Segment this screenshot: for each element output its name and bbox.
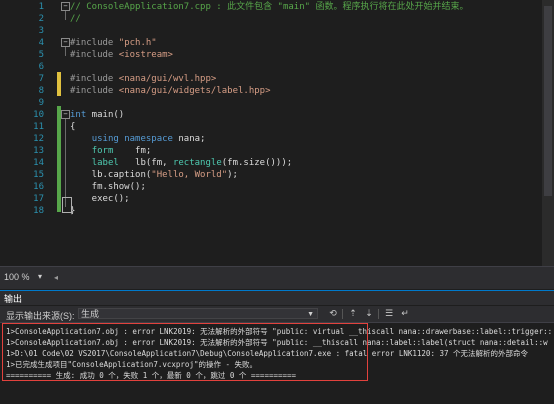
line-number: 16 xyxy=(33,182,44,192)
text-cursor xyxy=(62,197,72,213)
code-line[interactable]: #include "pch.h" xyxy=(70,37,157,49)
code-token: <iostream> xyxy=(118,50,173,60)
code-token: #include xyxy=(70,86,119,96)
toolbar-separator xyxy=(378,309,379,319)
line-number: 9 xyxy=(38,98,44,108)
code-line[interactable]: using namespace nana; xyxy=(70,133,206,145)
code-token: nana; xyxy=(172,134,206,144)
code-token: ); xyxy=(227,170,238,180)
clear-all-icon[interactable]: ☰ xyxy=(382,308,396,320)
output-panel-header: 输出 xyxy=(0,290,554,305)
code-line[interactable]: int main() xyxy=(70,109,124,121)
line-number: 18 xyxy=(33,206,44,216)
fold-guide xyxy=(65,119,66,207)
collapse-includes-icon[interactable]: − xyxy=(61,38,70,47)
chevron-down-icon: ▼ xyxy=(307,311,314,318)
code-editor[interactable]: 1 2 3 4 5 6 7 8 9 10 11 12 13 14 15 16 17 18 − − − // Con… xyxy=(0,0,554,266)
code-token: // xyxy=(70,14,81,24)
code-line[interactable]: exec(); xyxy=(70,193,130,205)
find-message-icon[interactable]: ⟲ xyxy=(326,308,340,320)
output-line[interactable]: 1>已完成生成项目"ConsoleApplication7.vcxproj"的操… xyxy=(6,359,257,370)
code-token: fm; xyxy=(113,146,152,156)
output-source-select[interactable]: 生成 ▼ xyxy=(78,308,318,319)
code-line[interactable]: // ConsoleApplication7.cpp : 此文件包含 "main… xyxy=(70,1,468,13)
code-token: <nana/gui/widgets/label.hpp> xyxy=(118,86,271,96)
line-number: 6 xyxy=(38,62,44,72)
line-number: 3 xyxy=(38,26,44,36)
code-line[interactable]: lb.caption("Hello, World"); xyxy=(70,169,238,181)
code-token: "pch.h" xyxy=(118,38,157,48)
code-token: int xyxy=(70,110,87,120)
code-token: main() xyxy=(86,110,125,120)
vertical-scrollbar[interactable] xyxy=(542,0,554,266)
toolbar-separator xyxy=(342,309,343,319)
code-line[interactable]: #include <nana/gui/wvl.hpp> xyxy=(70,73,216,85)
line-number: 15 xyxy=(33,170,44,180)
code-token: rectangle xyxy=(172,158,222,168)
line-number: 10 xyxy=(33,110,44,120)
code-token: using namespace xyxy=(91,134,173,144)
fold-guide xyxy=(65,47,66,56)
scrollbar-thumb[interactable] xyxy=(544,6,552,196)
code-line[interactable]: label lb(fm, rectangle(fm.size())); xyxy=(70,157,293,169)
line-number: 5 xyxy=(38,50,44,60)
code-line[interactable]: // xyxy=(70,13,81,25)
output-line[interactable]: 1>ConsoleApplication7.obj : error LNK201… xyxy=(6,326,552,337)
output-line[interactable]: 1>ConsoleApplication7.obj : error LNK201… xyxy=(6,337,548,348)
line-number: 2 xyxy=(38,14,44,24)
scroll-left-icon[interactable]: ◂ xyxy=(54,273,58,282)
zoom-level[interactable]: 100 % xyxy=(4,272,30,282)
line-number: 17 xyxy=(33,194,44,204)
output-source-value: 生成 xyxy=(81,309,100,319)
output-line[interactable]: ========== 生成: 成功 0 个，失败 1 个，最新 0 个，跳过 0… xyxy=(6,370,296,381)
fold-guide xyxy=(65,11,66,20)
code-token: { xyxy=(70,122,76,132)
line-number: 12 xyxy=(33,134,44,144)
line-number: 13 xyxy=(33,146,44,156)
prev-message-icon[interactable]: ⇡ xyxy=(346,308,360,320)
code-token: form xyxy=(91,146,114,156)
code-line[interactable]: #include <iostream> xyxy=(70,49,173,61)
code-token: (fm.size())); xyxy=(221,158,293,168)
line-number: 7 xyxy=(38,74,44,84)
code-token: #include xyxy=(70,38,119,48)
line-number: 11 xyxy=(33,122,44,132)
output-panel-title: 输出 xyxy=(4,294,23,304)
editor-status-bar: 100 % ▾ ◂ xyxy=(0,266,554,289)
code-line[interactable]: #include <nana/gui/widgets/label.hpp> xyxy=(70,85,271,97)
code-token: // ConsoleApplication7.cpp : 此文件包含 "main… xyxy=(70,2,469,12)
code-token: #include xyxy=(70,74,119,84)
line-number: 1 xyxy=(38,2,44,12)
changed-lines-marker xyxy=(57,72,61,96)
output-toolbar: 显示输出来源(S): 生成 ▼ ⟲ ⇡ ⇣ ☰ ↵ xyxy=(0,306,554,323)
collapse-comment-icon[interactable]: − xyxy=(61,2,70,11)
word-wrap-icon[interactable]: ↵ xyxy=(398,308,412,320)
next-message-icon[interactable]: ⇣ xyxy=(362,308,376,320)
code-token: lb.caption( xyxy=(70,170,152,180)
code-line[interactable]: fm.show(); xyxy=(70,181,146,193)
saved-lines-marker xyxy=(57,106,61,212)
code-token: <nana/gui/wvl.hpp> xyxy=(118,74,217,84)
line-number: 14 xyxy=(33,158,44,168)
output-line[interactable]: 1>D:\01 Code\02 VS2017\ConsoleApplicatio… xyxy=(6,348,528,359)
line-number: 4 xyxy=(38,38,44,48)
output-source-label: 显示输出来源(S): xyxy=(6,311,75,321)
code-line[interactable]: { xyxy=(70,121,75,133)
line-number: 8 xyxy=(38,86,44,96)
code-token: lb(fm, xyxy=(118,158,173,168)
code-token: #include xyxy=(70,50,119,60)
output-text-area[interactable]: 1>ConsoleApplication7.obj : error LNK201… xyxy=(0,323,554,404)
code-token: exec(); xyxy=(70,194,130,204)
code-token: "Hello, World" xyxy=(151,170,228,180)
code-line[interactable]: form fm; xyxy=(70,145,152,157)
code-token: fm.show(); xyxy=(70,182,146,192)
collapse-main-icon[interactable]: − xyxy=(61,110,70,119)
code-token: label xyxy=(91,158,119,168)
zoom-dropdown-icon[interactable]: ▾ xyxy=(38,272,42,281)
